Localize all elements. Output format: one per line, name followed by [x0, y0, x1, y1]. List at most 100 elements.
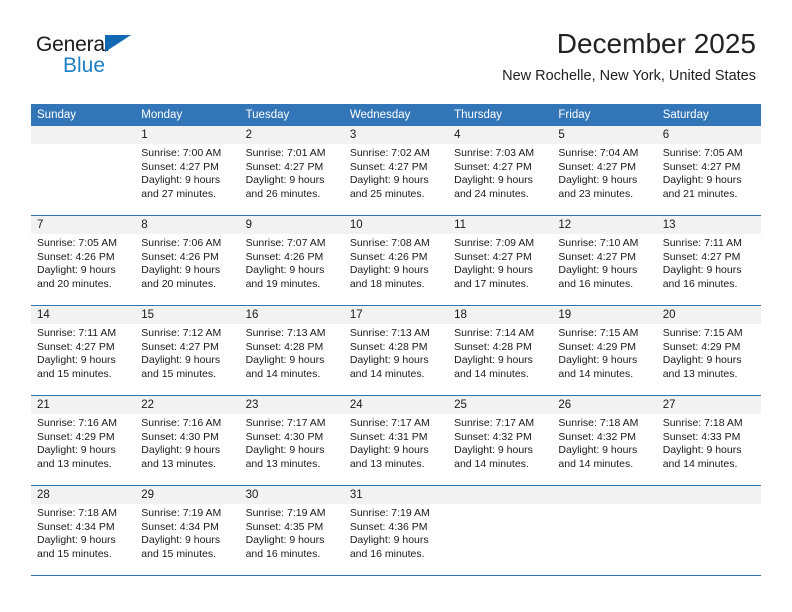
day-details: Sunrise: 7:03 AM Sunset: 4:27 PM Daylight:…	[448, 144, 552, 215]
day-number[interactable]: 14	[31, 306, 135, 324]
sunset-text: Sunset: 4:29 PM	[662, 340, 741, 353]
sunrise-text: Sunrise: 7:13 AM	[245, 327, 326, 339]
week-detail-band: Sunrise: 7:00 AM Sunset: 4:27 PM Daylight:…	[31, 144, 761, 215]
day-details: Sunrise: 7:05 AM Sunset: 4:26 PM Daylight:…	[31, 234, 135, 305]
sunrise-text: Sunrise: 7:11 AM	[37, 327, 117, 339]
sunrise-text: Sunrise: 7:18 AM	[558, 417, 639, 429]
day-number[interactable]: 28	[31, 486, 135, 504]
day-details: Sunrise: 7:01 AM Sunset: 4:27 PM Daylight:…	[240, 144, 344, 215]
daylight-text: and 15 minutes.	[37, 367, 112, 380]
calendar-week-row: 14 15 16 17 18 19 20 Sunrise: 7:11 AM Sunset: 4:…	[31, 306, 761, 396]
daylight-text: and 14 minutes.	[454, 367, 529, 380]
day-number[interactable]: 4	[448, 126, 552, 144]
day-number[interactable]: 25	[448, 396, 552, 414]
daylight-text: and 23 minutes.	[558, 187, 634, 200]
day-number[interactable]: 30	[240, 486, 344, 504]
sunrise-text: Sunrise: 7:15 AM	[558, 327, 639, 339]
day-details: Sunrise: 7:16 AM Sunset: 4:30 PM Daylight:…	[135, 414, 239, 485]
daylight-text: and 17 minutes.	[454, 277, 529, 290]
day-details: Sunrise: 7:11 AM Sunset: 4:27 PM Daylight:…	[657, 234, 761, 305]
day-number[interactable]: 2	[240, 126, 344, 144]
sunset-text: Sunset: 4:32 PM	[558, 430, 637, 443]
day-number[interactable]: 26	[552, 396, 656, 414]
day-number[interactable]: 5	[552, 126, 656, 144]
daylight-text: Daylight: 9 hours	[141, 354, 221, 367]
day-details: Sunrise: 7:09 AM Sunset: 4:27 PM Daylight:…	[448, 234, 552, 305]
day-details: Sunrise: 7:19 AM Sunset: 4:35 PM Daylight:…	[240, 504, 344, 575]
day-number[interactable]: 15	[135, 306, 239, 324]
day-details: Sunrise: 7:07 AM Sunset: 4:26 PM Daylight:…	[240, 234, 344, 305]
sunset-text: Sunset: 4:26 PM	[349, 250, 428, 263]
daylight-text: and 19 minutes.	[245, 277, 321, 290]
empty-day-cell	[657, 486, 761, 504]
daylight-text: Daylight: 9 hours	[454, 444, 533, 457]
general-blue-logo[interactable]: General Blue	[36, 34, 216, 82]
weekday-header-row: Sunday Monday Tuesday Wednesday Thursday Frid…	[31, 104, 761, 126]
day-number[interactable]: 3	[344, 126, 448, 144]
day-details: Sunrise: 7:00 AM Sunset: 4:27 PM Daylight:…	[135, 144, 239, 215]
sunrise-text: Sunrise: 7:11 AM	[662, 237, 742, 249]
calendar-grid: Sunday Monday Tuesday Wednesday Thursday Frid…	[31, 104, 761, 576]
daylight-text: and 13 minutes.	[662, 367, 738, 380]
day-number[interactable]: 21	[31, 396, 135, 414]
sunset-text: Sunset: 4:27 PM	[245, 160, 324, 173]
empty-day-cell	[31, 126, 135, 144]
sunrise-text: Sunrise: 7:10 AM	[558, 237, 639, 249]
sunrise-text: Sunrise: 7:15 AM	[662, 327, 743, 339]
day-number[interactable]: 6	[657, 126, 761, 144]
daylight-text: Daylight: 9 hours	[245, 174, 325, 187]
calendar-weeks: 1 2 3 4 5 6 Sunrise: 7:00 AM Sunset: 4:27 PM Day…	[31, 126, 761, 576]
daylight-text: and 20 minutes.	[141, 277, 216, 290]
sunrise-text: Sunrise: 7:14 AM	[454, 327, 535, 339]
sunrise-text: Sunrise: 7:00 AM	[141, 147, 222, 159]
sunrise-text: Sunrise: 7:01 AM	[245, 147, 326, 159]
day-number[interactable]: 20	[657, 306, 761, 324]
day-number[interactable]: 8	[135, 216, 239, 234]
empty-day-cell	[657, 504, 761, 575]
sunrise-text: Sunrise: 7:16 AM	[141, 417, 222, 429]
week-detail-band: Sunrise: 7:11 AM Sunset: 4:27 PM Daylight:…	[31, 324, 761, 395]
day-number[interactable]: 11	[448, 216, 552, 234]
week-detail-band: Sunrise: 7:18 AM Sunset: 4:34 PM Daylight:…	[31, 504, 761, 575]
logo-text-blue: Blue	[63, 54, 106, 77]
sunset-text: Sunset: 4:36 PM	[349, 520, 428, 533]
daylight-text: Daylight: 9 hours	[349, 534, 429, 547]
day-number[interactable]: 22	[135, 396, 239, 414]
day-details: Sunrise: 7:18 AM Sunset: 4:33 PM Daylight:…	[657, 414, 761, 485]
sunset-text: Sunset: 4:31 PM	[349, 430, 428, 443]
sunrise-text: Sunrise: 7:17 AM	[454, 417, 535, 429]
daylight-text: Daylight: 9 hours	[141, 264, 221, 277]
day-number[interactable]: 23	[240, 396, 344, 414]
calendar-week-row: 7 8 9 10 11 12 13 Sunrise: 7:05 AM Sunset: 4:26 …	[31, 216, 761, 306]
day-number[interactable]: 9	[240, 216, 344, 234]
daylight-text: Daylight: 9 hours	[245, 264, 325, 277]
day-number[interactable]: 13	[657, 216, 761, 234]
day-number[interactable]: 10	[344, 216, 448, 234]
daylight-text: Daylight: 9 hours	[558, 174, 638, 187]
day-number[interactable]: 16	[240, 306, 344, 324]
day-number[interactable]: 12	[552, 216, 656, 234]
sunrise-text: Sunrise: 7:05 AM	[37, 237, 117, 249]
day-number[interactable]: 24	[344, 396, 448, 414]
day-number[interactable]: 29	[135, 486, 239, 504]
day-number[interactable]: 27	[657, 396, 761, 414]
day-number[interactable]: 31	[344, 486, 448, 504]
day-number[interactable]: 7	[31, 216, 135, 234]
daylight-text: and 16 minutes.	[245, 547, 321, 560]
page-header: General Blue December 2025 New Rochelle,…	[0, 0, 792, 104]
daylight-text: and 15 minutes.	[141, 367, 216, 380]
day-number[interactable]: 17	[344, 306, 448, 324]
day-number[interactable]: 18	[448, 306, 552, 324]
daylight-text: and 15 minutes.	[37, 547, 112, 560]
day-details: Sunrise: 7:15 AM Sunset: 4:29 PM Daylight:…	[657, 324, 761, 395]
daylight-text: Daylight: 9 hours	[558, 264, 638, 277]
empty-day-cell	[31, 144, 135, 215]
day-number[interactable]: 19	[552, 306, 656, 324]
weekday-header-tuesday: Tuesday	[245, 109, 290, 121]
day-number[interactable]: 1	[135, 126, 239, 144]
sunset-text: Sunset: 4:27 PM	[141, 160, 219, 173]
day-details: Sunrise: 7:02 AM Sunset: 4:27 PM Daylight:…	[344, 144, 448, 215]
page-title: December 2025	[556, 28, 756, 59]
sunrise-text: Sunrise: 7:06 AM	[141, 237, 222, 249]
sunrise-text: Sunrise: 7:12 AM	[141, 327, 222, 339]
